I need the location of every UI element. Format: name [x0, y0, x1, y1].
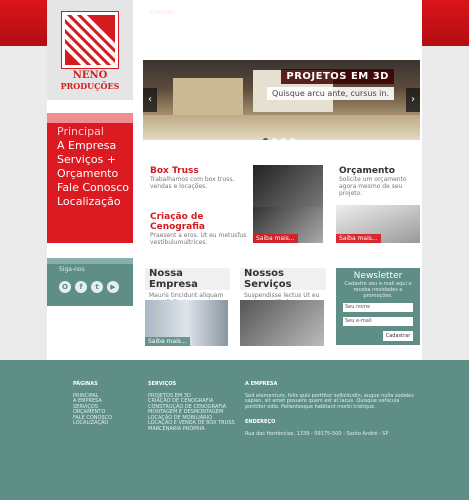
slider-dot[interactable] — [281, 138, 286, 140]
box-truss-card[interactable]: Box Truss Trabalhamos com box truss, ven… — [150, 166, 250, 190]
footer-pages: PÁGINAS PRINCIPAL A EMPRESA SERVIÇOS ORÇ… — [73, 381, 133, 427]
cenografia-card[interactable]: Criação de Cenografia Praesent a eros. U… — [150, 212, 250, 246]
empresa-image[interactable]: Saiba mais... — [145, 300, 228, 346]
orkut-icon[interactable]: O — [59, 281, 71, 293]
footer-address: Rua das Hortências, 1339 - 09175-500 - S… — [245, 430, 389, 437]
menu-item-servicos[interactable]: Serviços + — [47, 153, 133, 167]
servicos-title: Nossos Serviços — [240, 268, 326, 290]
menu-item-empresa[interactable]: A Empresa — [47, 139, 133, 153]
slide-title: PROJETOS EM 3D — [281, 69, 394, 84]
footer-company-title: A EMPRESA — [245, 381, 278, 387]
footer-address-title: ENDEREÇO — [245, 419, 276, 425]
logo-sub: PRODUÇÕES — [60, 81, 120, 91]
facebook-icon[interactable]: f — [75, 281, 87, 293]
footer-link[interactable]: MARCENARIA PRÓPRIA — [148, 426, 238, 433]
twitter-icon[interactable]: t — [91, 281, 103, 293]
menu-item-localizacao[interactable]: Localização — [47, 195, 133, 209]
menu-item-contato[interactable]: Fale Conosco — [47, 181, 133, 195]
newsletter-desc: Cadastre seu e-mail aqui e receba novida… — [344, 281, 412, 299]
logo[interactable]: NENO PRODUÇÕES — [47, 0, 133, 100]
footer-services-title: SERVIÇOS — [148, 381, 177, 387]
slide-subtitle: Quisque arcu ante, cursus in. — [266, 87, 394, 100]
box-truss-image[interactable] — [253, 165, 323, 207]
slider-dot[interactable] — [263, 138, 268, 140]
orcamento-more-link[interactable]: Saiba mais... — [336, 234, 381, 243]
cenografia-desc: Praesent a eros. Ut eu metusfus vestibul… — [150, 232, 247, 246]
newsletter-email-input[interactable]: Seu e-mail — [343, 317, 413, 326]
logo-name: NENO — [72, 70, 108, 81]
slider-next-button[interactable]: › — [406, 88, 420, 112]
cenografia-image[interactable]: Saiba mais... — [253, 207, 323, 243]
empresa-title: Nossa Empresa — [145, 268, 230, 290]
box-truss-title: Box Truss — [150, 166, 199, 176]
slider-dots[interactable] — [263, 128, 299, 140]
orcamento-image[interactable]: Saiba mais... — [336, 205, 420, 243]
youtube-icon[interactable]: ▶ — [107, 281, 119, 293]
orcamento-desc: Solicite um orçamento agora mesmo de seu… — [339, 176, 407, 197]
newsletter-submit-button[interactable]: Cadastrar — [383, 331, 413, 341]
footer-services: SERVIÇOS PROJETOS EM 3D CRIAÇÃO DE CENOG… — [148, 381, 238, 433]
menu-item-principal[interactable]: Principal — [47, 125, 133, 139]
phone-number: 11 4976-3550 — [150, 15, 270, 35]
contact-email[interactable]: atendimento@nenoproducoes.com.br — [150, 33, 263, 40]
orcamento-card[interactable]: Orçamento Solicite um orçamento agora me… — [339, 166, 419, 197]
footer-pages-title: PÁGINAS — [73, 381, 98, 387]
slider-prev-button[interactable]: ‹ — [143, 88, 157, 112]
orcamento-title: Orçamento — [339, 166, 395, 176]
newsletter-name-input[interactable]: Seu nome — [343, 303, 413, 312]
social-label: Siga-nos — [59, 266, 85, 273]
box-truss-desc: Trabalhamos com box truss, vendas e loca… — [150, 176, 235, 190]
empresa-more-link[interactable]: Saiba mais... — [145, 337, 190, 346]
logo-icon — [61, 11, 119, 69]
footer-company: A EMPRESA Sed elementum, felis quis port… — [245, 381, 415, 437]
slider-dot[interactable] — [290, 138, 295, 140]
servicos-image[interactable] — [240, 300, 324, 346]
hero-slider[interactable]: PROJETOS EM 3D Quisque arcu ante, cursus… — [143, 60, 420, 140]
newsletter-panel: Newsletter Cadastre seu e-mail aqui e re… — [336, 268, 420, 345]
newsletter-title: Newsletter — [353, 271, 403, 281]
main-menu: Principal A Empresa Serviços + Orçamento… — [47, 113, 133, 243]
cenografia-title: Criação de Cenografia — [150, 212, 205, 232]
slider-dot[interactable] — [272, 138, 277, 140]
footer-link[interactable]: LOCALIZAÇÃO — [73, 420, 133, 427]
slide-image-stand — [173, 78, 243, 118]
cenografia-more-link[interactable]: Saiba mais... — [253, 234, 298, 243]
social-panel: Siga-nos O f t ▶ — [47, 258, 133, 306]
footer-company-text: Sed elementum, felis quis porttitor soll… — [245, 392, 414, 410]
menu-item-orcamento[interactable]: Orçamento — [47, 167, 133, 181]
